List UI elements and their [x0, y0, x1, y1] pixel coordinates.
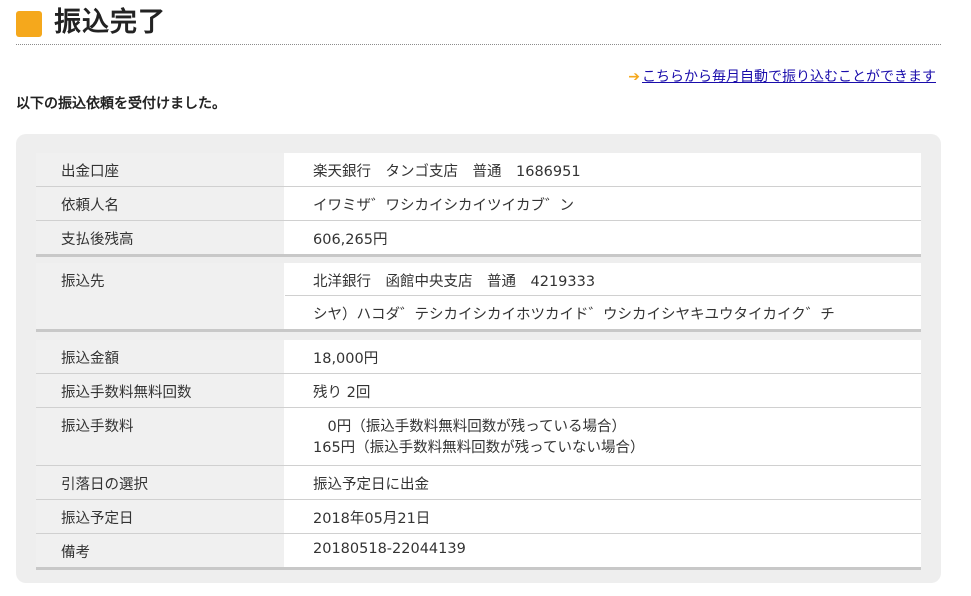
source-account-group: 出金口座 楽天銀行 タンゴ支店 普通 1686951 依頼人名 イワミザ゛ワシカ…: [36, 153, 921, 257]
transfer-fee-label: 振込手数料: [36, 408, 284, 465]
remarks-value: 20180518-22044139: [313, 541, 466, 557]
requester-name-value: イワミザ゛ワシカイシカイツイカブ゛ン: [313, 198, 574, 214]
balance-after-value: 606,265円: [313, 232, 388, 248]
table-row: 振込先 北洋銀行 函館中央支店 普通 4219333 シヤ）ハコダ゛テシカイシカ…: [36, 263, 921, 329]
withdrawal-account-value: 楽天銀行 タンゴ支店 普通 1686951: [313, 164, 581, 180]
monthly-auto-transfer-link[interactable]: ➔ こちらから毎月自動で振り込むことができます: [628, 66, 936, 86]
table-row: 引落日の選択 振込予定日に出金: [36, 466, 921, 500]
scheduled-date-value: 2018年05月21日: [313, 511, 431, 527]
requester-name-label: 依頼人名: [36, 187, 284, 220]
destination-payee-value: シヤ）ハコダ゛テシカイシカイホツカイド゛ウシカイシヤキユウタイカイク゛チ: [313, 307, 835, 323]
transfer-amount-label: 振込金額: [36, 340, 284, 373]
destination-values: 北洋銀行 函館中央支店 普通 4219333 シヤ）ハコダ゛テシカイシカイホツカ…: [285, 263, 921, 329]
free-fee-count-label: 振込手数料無料回数: [36, 374, 284, 407]
destination-bank-value: 北洋銀行 函館中央支店 普通 4219333: [285, 263, 921, 296]
table-row: 支払後残高 606,265円: [36, 221, 921, 254]
debit-date-choice-value: 振込予定日に出金: [313, 477, 429, 493]
table-row: 振込金額 18,000円: [36, 340, 921, 374]
table-row: 振込手数料 0円（振込手数料無料回数が残っている場合） 165円（振込手数料無料…: [36, 408, 921, 466]
withdrawal-account-label: 出金口座: [36, 153, 284, 186]
page-header: 振込完了: [16, 4, 941, 45]
remarks-label: 備考: [36, 534, 284, 567]
arrow-right-icon: ➔: [628, 69, 640, 85]
page-title: 振込完了: [54, 7, 166, 38]
transfer-amount-value: 18,000円: [313, 351, 379, 367]
intro-message: 以下の振込依頼を受付けました。: [16, 96, 226, 112]
transfer-fee-line-paid: 165円（振込手数料無料回数が残っていない場合）: [313, 440, 645, 456]
destination-group: 振込先 北洋銀行 函館中央支店 普通 4219333 シヤ）ハコダ゛テシカイシカ…: [36, 263, 921, 332]
table-row: 依頼人名 イワミザ゛ワシカイシカイツイカブ゛ン: [36, 187, 921, 221]
table-row: 振込手数料無料回数 残り 2回: [36, 374, 921, 408]
balance-after-label: 支払後残高: [36, 221, 284, 254]
monthly-auto-transfer-link-text[interactable]: こちらから毎月自動で振り込むことができます: [642, 69, 936, 85]
transfer-details-panel: 出金口座 楽天銀行 タンゴ支店 普通 1686951 依頼人名 イワミザ゛ワシカ…: [16, 134, 941, 583]
destination-label: 振込先: [36, 263, 284, 329]
title-marker-icon: [16, 11, 42, 37]
scheduled-date-label: 振込予定日: [36, 500, 284, 533]
table-row: 出金口座 楽天銀行 タンゴ支店 普通 1686951: [36, 153, 921, 187]
transfer-fee-value: 0円（振込手数料無料回数が残っている場合） 165円（振込手数料無料回数が残って…: [285, 408, 921, 457]
free-fee-count-value: 残り 2回: [313, 385, 371, 401]
table-row: 備考 20180518-22044139: [36, 534, 921, 567]
transfer-fee-line-free: 0円（振込手数料無料回数が残っている場合）: [313, 419, 626, 435]
transfer-detail-group: 振込金額 18,000円 振込手数料無料回数 残り 2回 振込手数料 0円（振込…: [36, 340, 921, 570]
debit-date-choice-label: 引落日の選択: [36, 466, 284, 499]
table-row: 振込予定日 2018年05月21日: [36, 500, 921, 534]
